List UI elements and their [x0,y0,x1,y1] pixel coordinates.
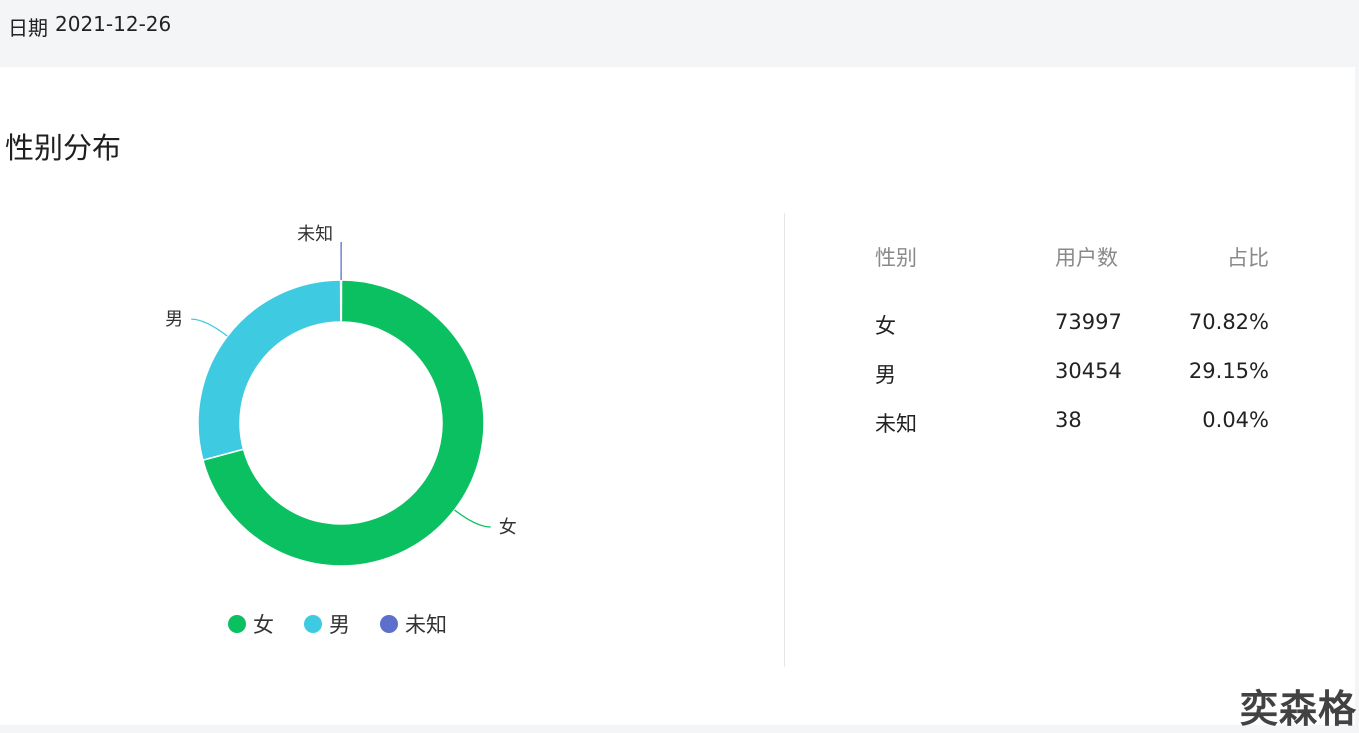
legend-dot-female [228,615,246,633]
gender-table: 性别 用户数 占比 女 73997 70.82% 男 30454 29.15% … [875,242,1270,457]
cell-gender: 女 [875,314,896,338]
legend-label-male: 男 [329,613,350,637]
watermark-logo: 奕森格 [1239,687,1357,731]
slice-label-male: 男 [165,309,183,330]
cell-gender: 男 [875,363,896,387]
legend-dot-unknown [380,615,398,633]
table-row: 女 73997 70.82% [875,310,1270,359]
table-row: 未知 38 0.04% [875,408,1270,457]
legend-label-unknown: 未知 [405,613,447,637]
slice-unknown[interactable] [339,279,343,323]
cell-ratio: 70.82% [1188,310,1269,334]
leader-line-female [454,509,491,528]
date-bar: 日期： 2021-12-26 [0,0,1359,66]
leader-line-male [191,318,228,337]
header-gender: 性别 [875,246,917,270]
chart-legend: 女 男 未知 [228,608,477,640]
date-label: 日期： [0,16,48,38]
header-ratio: 占比 [1227,246,1269,270]
cell-ratio: 0.04% [1202,408,1269,432]
legend-label-female: 女 [253,613,274,637]
legend-item-unknown[interactable]: 未知 [380,609,447,639]
legend-item-female[interactable]: 女 [228,609,274,639]
table-header-row: 性别 用户数 占比 [875,242,1270,310]
cell-users: 38 [1055,408,1082,432]
slice-male[interactable] [197,279,342,462]
table-row: 男 30454 29.15% [875,359,1270,408]
legend-dot-male [304,615,322,633]
cell-gender: 未知 [875,412,917,436]
header-users: 用户数 [1055,246,1118,270]
date-value: 2021-12-26 [55,12,172,36]
cell-ratio: 29.15% [1188,359,1269,383]
slice-label-unknown: 未知 [297,224,333,245]
cell-users: 30454 [1055,359,1122,383]
vertical-divider [784,213,785,667]
slice-label-female: 女 [499,517,517,538]
legend-item-male[interactable]: 男 [304,609,350,639]
cell-users: 73997 [1055,310,1122,334]
gender-distribution-card: 性别分布 女男未知 女 男 未知 性别 用户数 占比 女 73997 70.82… [0,67,1355,725]
